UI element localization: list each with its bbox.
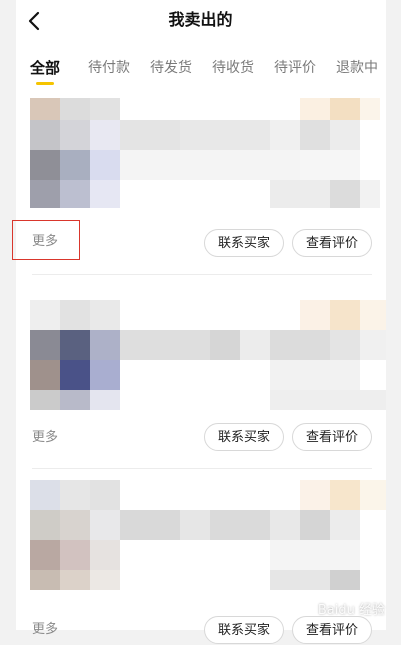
product-image-pixelated <box>30 300 386 410</box>
tab-refunding[interactable]: 退款中 <box>336 56 378 80</box>
contact-buyer-button[interactable]: 联系买家 <box>204 423 284 451</box>
tab-pending-receipt[interactable]: 待收货 <box>212 56 254 80</box>
view-review-button[interactable]: 查看评价 <box>292 616 372 644</box>
divider <box>32 274 372 275</box>
view-review-button[interactable]: 查看评价 <box>292 423 372 451</box>
tab-bar: 全部 待付款 待发货 待收货 待评价 退款中 <box>16 56 386 88</box>
tab-pending-shipment[interactable]: 待发货 <box>150 56 192 80</box>
more-link[interactable]: 更多 <box>32 620 58 640</box>
active-tab-indicator <box>36 82 54 85</box>
highlight-annotation-box <box>12 220 80 260</box>
tab-label: 全部 <box>30 59 61 77</box>
more-link[interactable]: 更多 <box>32 428 58 448</box>
product-image-pixelated <box>30 480 386 590</box>
tab-all[interactable]: 全部 <box>30 56 61 85</box>
contact-buyer-button[interactable]: 联系买家 <box>204 616 284 644</box>
view-review-button[interactable]: 查看评价 <box>292 229 372 257</box>
tab-pending-payment[interactable]: 待付款 <box>88 56 130 80</box>
header: 我卖出的 <box>0 0 401 42</box>
watermark-logo: Baidu 经验 <box>317 603 385 618</box>
page-title: 我卖出的 <box>168 10 233 29</box>
divider <box>32 468 372 469</box>
order-card: 更多 联系买家 查看评价 <box>16 300 386 470</box>
contact-buyer-button[interactable]: 联系买家 <box>204 229 284 257</box>
product-image-pixelated <box>30 98 386 208</box>
tab-pending-review[interactable]: 待评价 <box>274 56 316 80</box>
